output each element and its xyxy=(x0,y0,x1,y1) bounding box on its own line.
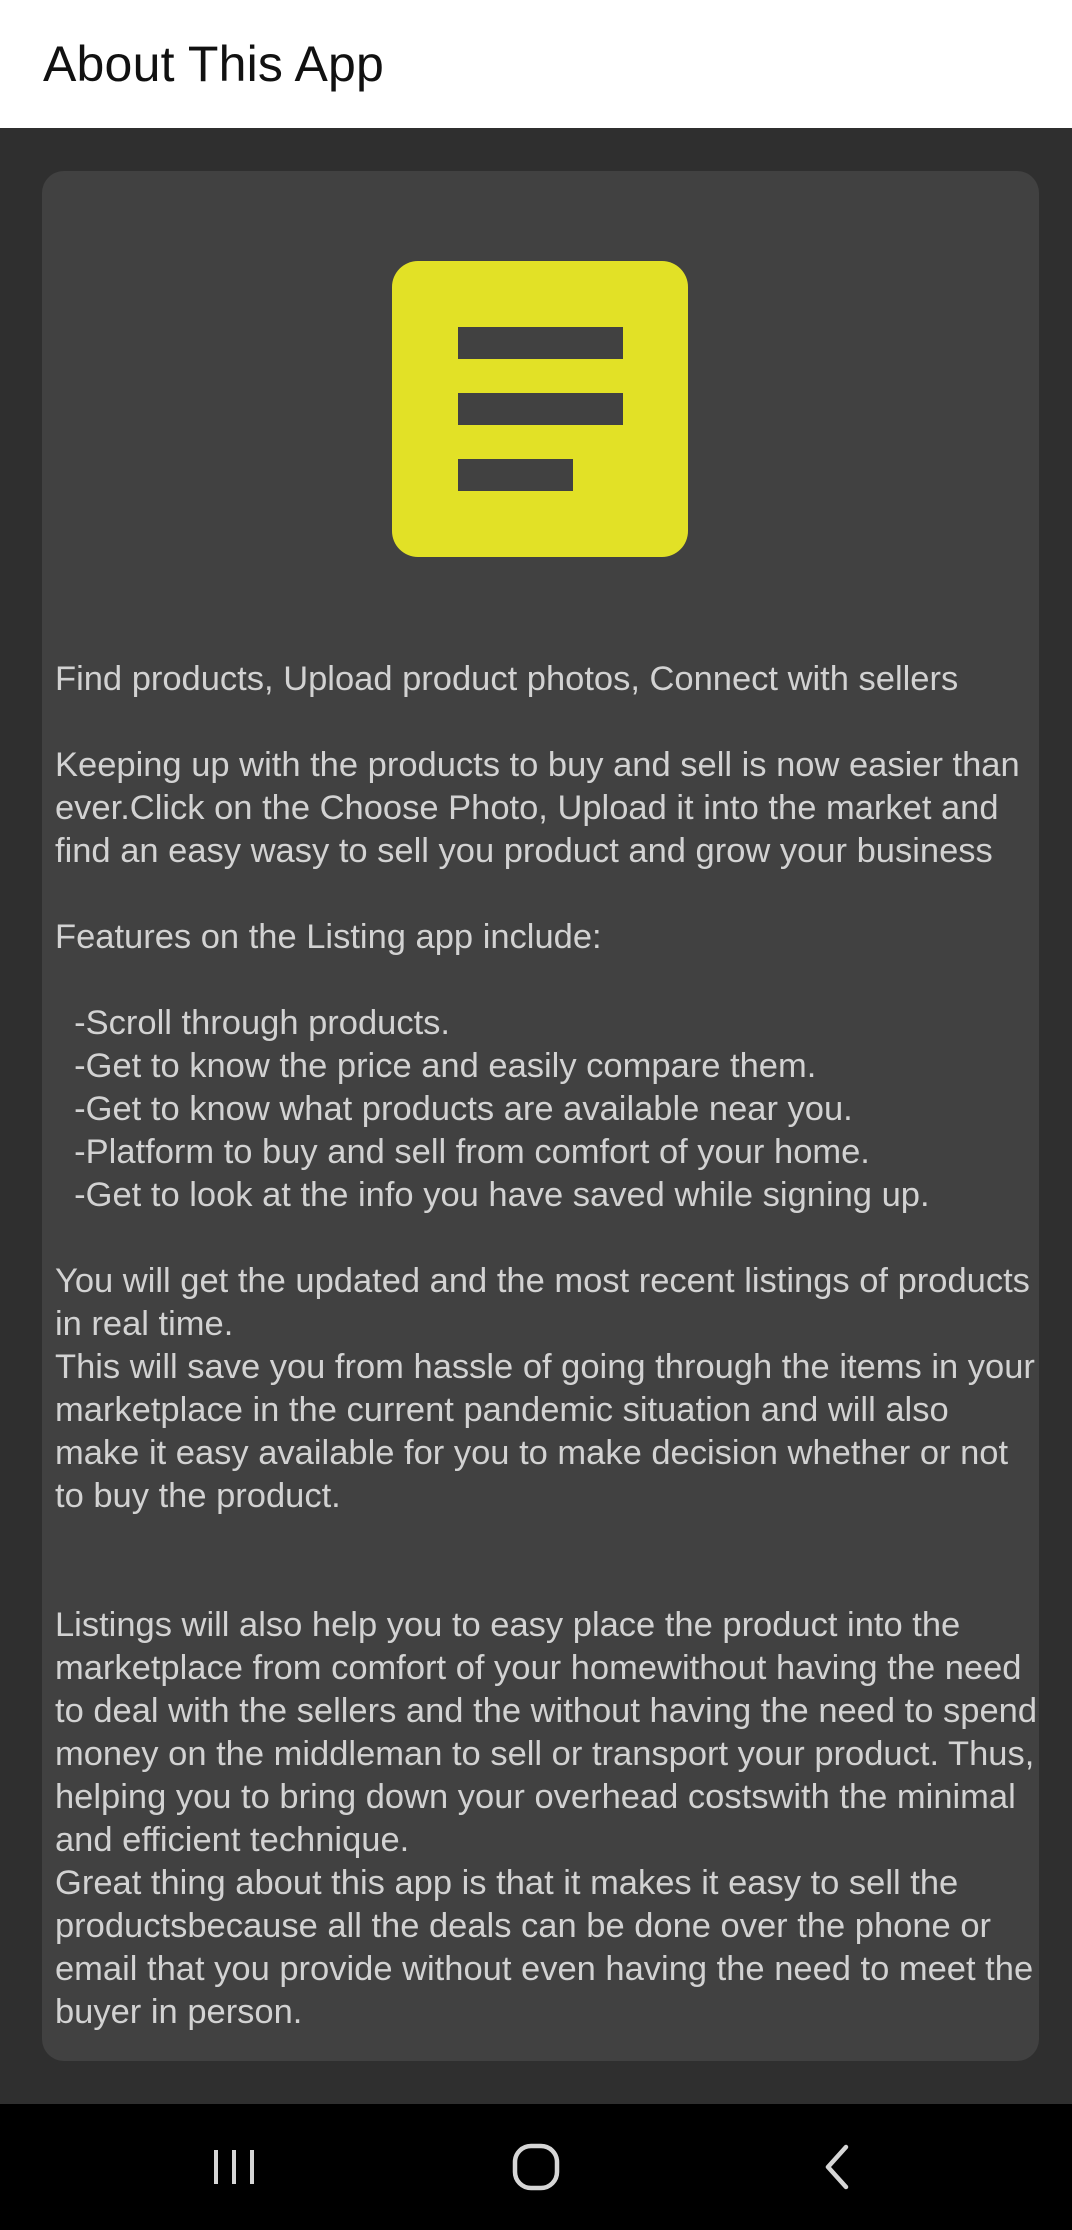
recents-button[interactable] xyxy=(154,2104,314,2230)
app-bar: About This App xyxy=(0,0,1072,128)
back-icon xyxy=(825,2144,849,2190)
system-navigation-bar xyxy=(0,2104,1072,2230)
back-button[interactable] xyxy=(758,2104,918,2230)
recents-icon xyxy=(214,2150,254,2184)
app-description: Find products, Upload product photos, Co… xyxy=(55,660,1038,2031)
logo-line xyxy=(458,393,623,425)
content-area[interactable]: Find products, Upload product photos, Co… xyxy=(0,128,1072,2104)
page-title: About This App xyxy=(43,36,385,92)
about-card[interactable]: Find products, Upload product photos, Co… xyxy=(42,171,1039,2061)
logo-line xyxy=(458,327,623,359)
home-icon xyxy=(512,2143,560,2191)
logo-line xyxy=(458,459,573,491)
home-button[interactable] xyxy=(456,2104,616,2230)
listing-logo-icon xyxy=(392,261,688,557)
